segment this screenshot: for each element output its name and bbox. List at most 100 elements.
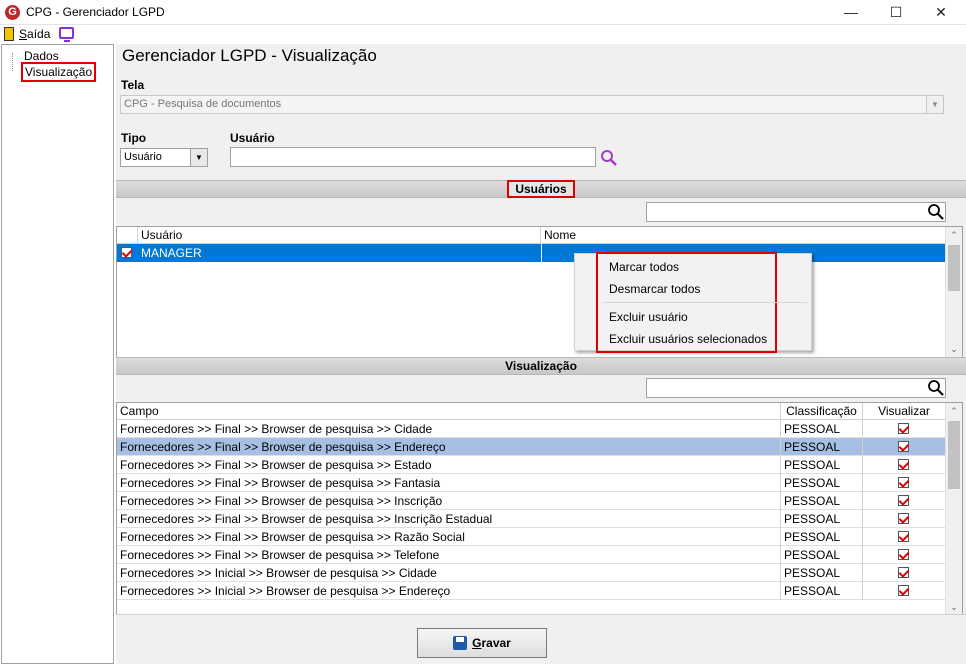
scroll-up-icon[interactable]: ⌃	[946, 403, 962, 419]
visualizar-cell	[863, 438, 946, 456]
classificacao-cell: PESSOAL	[781, 546, 863, 564]
search-icon[interactable]	[927, 203, 945, 221]
tree-item-dados[interactable]: Dados	[24, 49, 59, 63]
menu-bar: Saída	[0, 25, 966, 44]
column-divider	[541, 244, 542, 262]
tree-connector	[12, 53, 13, 71]
minimize-button[interactable]: —	[828, 0, 874, 25]
maximize-button[interactable]: ☐	[873, 0, 919, 25]
users-search-input[interactable]	[646, 202, 946, 222]
search-icon[interactable]	[927, 379, 945, 397]
table-row[interactable]: Fornecedores >> Final >> Browser de pesq…	[117, 546, 946, 564]
visualizar-checkbox[interactable]	[898, 459, 909, 470]
classificacao-cell: PESSOAL	[781, 564, 863, 582]
table-row[interactable]: Fornecedores >> Final >> Browser de pesq…	[117, 420, 946, 438]
classificacao-cell: PESSOAL	[781, 474, 863, 492]
table-row[interactable]: Fornecedores >> Inicial >> Browser de pe…	[117, 582, 946, 600]
view-col-classificacao[interactable]: Classificação	[781, 403, 863, 420]
view-search-input[interactable]	[646, 378, 946, 398]
campo-cell: Fornecedores >> Final >> Browser de pesq…	[117, 456, 781, 474]
visualizar-checkbox[interactable]	[898, 549, 909, 560]
table-row[interactable]: Fornecedores >> Final >> Browser de pesq…	[117, 492, 946, 510]
menu-item-desmarcar-todos[interactable]: Desmarcar todos	[609, 282, 700, 296]
title-bar: G CPG - Gerenciador LGPD — ☐ ✕	[0, 0, 966, 25]
visualizar-cell	[863, 492, 946, 510]
view-scrollbar[interactable]: ⌃ ⌄	[945, 403, 962, 615]
save-button[interactable]: Gravar	[417, 628, 547, 658]
visualizar-checkbox[interactable]	[898, 441, 909, 452]
view-col-visualizar[interactable]: Visualizar	[863, 403, 946, 420]
visualizar-checkbox[interactable]	[898, 567, 909, 578]
tela-select[interactable]: CPG - Pesquisa de documentos ▼	[120, 95, 944, 114]
user-row-checkbox[interactable]	[121, 247, 132, 258]
users-grid[interactable]: Usuário Nome MANAGER ⌃ ⌄	[116, 226, 963, 358]
user-usuario-cell: MANAGER	[141, 246, 202, 260]
table-row[interactable]: Fornecedores >> Final >> Browser de pesq…	[117, 528, 946, 546]
visualizar-checkbox[interactable]	[898, 423, 909, 434]
visualizar-cell	[863, 474, 946, 492]
scroll-down-icon[interactable]: ⌄	[946, 341, 962, 357]
visualizar-checkbox[interactable]	[898, 585, 909, 596]
classificacao-cell: PESSOAL	[781, 438, 863, 456]
monitor-icon[interactable]	[59, 27, 74, 42]
visualizar-checkbox[interactable]	[898, 477, 909, 488]
campo-cell: Fornecedores >> Final >> Browser de pesq…	[117, 492, 781, 510]
campo-cell: Fornecedores >> Final >> Browser de pesq…	[117, 420, 781, 438]
context-menu: Marcar todos Desmarcar todos Excluir usu…	[574, 252, 812, 353]
classificacao-cell: PESSOAL	[781, 528, 863, 546]
tela-select-value: CPG - Pesquisa de documentos	[124, 98, 282, 110]
campo-cell: Fornecedores >> Inicial >> Browser de pe…	[117, 564, 781, 582]
scroll-thumb[interactable]	[948, 245, 960, 291]
classificacao-cell: PESSOAL	[781, 582, 863, 600]
menu-item-excluir-usuario[interactable]: Excluir usuário	[609, 310, 688, 324]
table-row[interactable]: Fornecedores >> Final >> Browser de pesq…	[117, 474, 946, 492]
page-title: Gerenciador LGPD - Visualização	[122, 46, 377, 65]
tela-label: Tela	[121, 78, 145, 92]
users-scrollbar[interactable]: ⌃ ⌄	[945, 227, 962, 357]
view-col-campo[interactable]: Campo	[117, 403, 781, 420]
table-row[interactable]: Fornecedores >> Inicial >> Browser de pe…	[117, 564, 946, 582]
visualizar-checkbox[interactable]	[898, 513, 909, 524]
table-row[interactable]: MANAGER	[117, 244, 946, 262]
sidebar-tree: Dados Visualização	[1, 44, 114, 664]
app-logo-icon: G	[5, 5, 20, 20]
campo-cell: Fornecedores >> Final >> Browser de pesq…	[117, 528, 781, 546]
table-row[interactable]: Fornecedores >> Final >> Browser de pesq…	[117, 456, 946, 474]
tree-item-visualizacao[interactable]: Visualização	[20, 62, 97, 82]
visualizar-cell	[863, 510, 946, 528]
close-button[interactable]: ✕	[918, 0, 964, 25]
save-button-label: Gravar	[472, 636, 511, 650]
classificacao-cell: PESSOAL	[781, 420, 863, 438]
campo-cell: Fornecedores >> Final >> Browser de pesq…	[117, 546, 781, 564]
tipo-label: Tipo	[121, 131, 147, 145]
classificacao-cell: PESSOAL	[781, 510, 863, 528]
visualizar-cell	[863, 564, 946, 582]
users-col-usuario[interactable]: Usuário	[138, 227, 541, 244]
view-section-header: Visualização	[116, 357, 966, 375]
visualizar-cell	[863, 456, 946, 474]
classificacao-cell: PESSOAL	[781, 492, 863, 510]
usuario-input[interactable]	[230, 147, 596, 167]
scroll-thumb[interactable]	[948, 421, 960, 489]
tipo-select-value: Usuário	[124, 151, 162, 163]
scroll-up-icon[interactable]: ⌃	[946, 227, 962, 243]
visualizar-checkbox[interactable]	[898, 495, 909, 506]
visualizar-cell	[863, 528, 946, 546]
chevron-down-icon[interactable]: ▼	[190, 149, 207, 166]
menu-item-marcar-todos[interactable]: Marcar todos	[609, 260, 679, 274]
users-grid-check-header	[117, 227, 138, 244]
table-row[interactable]: Fornecedores >> Final >> Browser de pesq…	[117, 438, 946, 456]
exit-menu-item[interactable]: Saída	[19, 27, 50, 41]
search-icon[interactable]	[600, 149, 618, 167]
menu-item-excluir-selecionados[interactable]: Excluir usuários selecionados	[609, 332, 767, 346]
table-row[interactable]: Fornecedores >> Final >> Browser de pesq…	[117, 510, 946, 528]
users-col-nome[interactable]: Nome	[541, 227, 946, 244]
chevron-down-icon[interactable]: ▼	[926, 96, 943, 113]
campo-cell: Fornecedores >> Final >> Browser de pesq…	[117, 438, 781, 456]
visualizar-checkbox[interactable]	[898, 531, 909, 542]
view-grid[interactable]: Campo Classificação Visualizar Fornecedo…	[116, 402, 963, 616]
tipo-select[interactable]: Usuário ▼	[120, 148, 208, 167]
scroll-down-icon[interactable]: ⌄	[946, 599, 962, 615]
visualizar-cell	[863, 582, 946, 600]
exit-door-icon[interactable]	[4, 27, 14, 41]
